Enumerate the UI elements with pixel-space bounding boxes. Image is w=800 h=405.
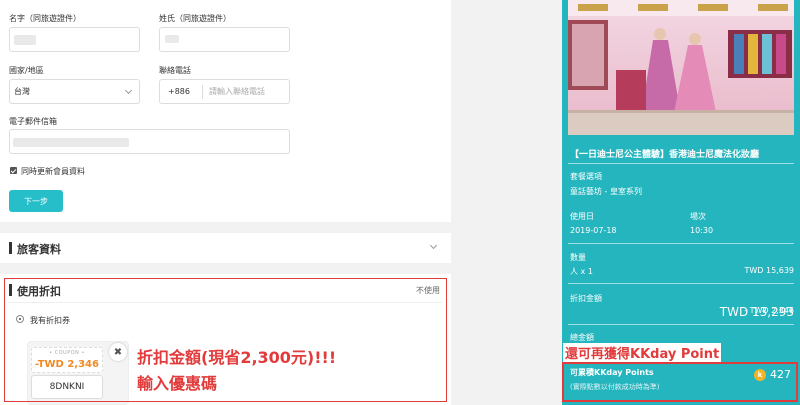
section-marker	[9, 242, 12, 254]
quantity-label: 數量	[570, 253, 586, 262]
booking-form-column: 名字（同旅遊證件） 姓氏（同旅遊證件） 國家/地區 台灣 聯絡電話 +886 請…	[0, 0, 451, 405]
traveler-info-title: 旅客資料	[17, 243, 61, 256]
total-value: TWD 13,293	[719, 305, 794, 319]
sync-member-label: 同時更新會員資料	[21, 167, 85, 176]
chevron-down-icon[interactable]	[429, 241, 438, 250]
total-label: 總金額	[570, 333, 594, 342]
date-label: 使用日	[570, 212, 594, 221]
product-photo	[568, 0, 794, 135]
phone-placeholder: 請輸入聯絡電話	[208, 87, 265, 96]
time-value: 10:30	[690, 226, 714, 235]
blurred-value	[14, 35, 36, 45]
date-value: 2019-07-18	[570, 226, 617, 235]
package-value: 童話藝坊 - 皇室系列	[570, 187, 642, 196]
quantity-value: 人 x 1	[570, 267, 593, 276]
country-label: 國家/地區	[9, 66, 44, 75]
chevron-down-icon	[124, 86, 133, 95]
last-name-input[interactable]	[159, 27, 290, 52]
divider	[568, 283, 794, 284]
blurred-value	[165, 35, 179, 43]
first-name-input[interactable]	[9, 27, 140, 52]
phone-label: 聯絡電話	[159, 66, 191, 75]
points-annotation: 還可再獲得KKday Point	[563, 343, 722, 362]
phone-code-select[interactable]: +886	[168, 87, 190, 96]
country-value: 台灣	[14, 87, 30, 96]
package-label: 套餐選項	[570, 172, 602, 181]
first-name-label: 名字（同旅遊證件）	[9, 14, 81, 23]
points-highlight-box	[562, 362, 798, 402]
contact-form-card: 名字（同旅遊證件） 姓氏（同旅遊證件） 國家/地區 台灣 聯絡電話 +886 請…	[0, 0, 451, 222]
sync-member-checkbox[interactable]	[10, 167, 17, 174]
phone-field[interactable]: +886 請輸入聯絡電話	[159, 79, 290, 104]
traveler-info-section[interactable]: 旅客資料	[0, 233, 451, 263]
divider	[568, 163, 794, 164]
blurred-value	[13, 138, 129, 147]
divider	[568, 243, 794, 244]
email-label: 電子郵件信箱	[9, 117, 57, 126]
subtotal-price: TWD 15,639	[744, 266, 795, 275]
last-name-label: 姓氏（同旅遊證件）	[159, 14, 231, 23]
boutique-interior-image	[568, 0, 794, 135]
time-label: 場次	[690, 212, 706, 221]
phone-divider	[201, 84, 203, 99]
product-title: 【一日迪士尼公主體驗】香港迪士尼魔法化妝廳	[570, 150, 760, 160]
next-step-button[interactable]: 下一步	[9, 190, 63, 212]
discount-label: 折扣金額	[570, 294, 602, 303]
country-select[interactable]: 台灣	[9, 79, 140, 104]
discount-highlight-box	[4, 278, 447, 402]
email-input[interactable]	[9, 129, 290, 154]
divider	[568, 324, 794, 325]
